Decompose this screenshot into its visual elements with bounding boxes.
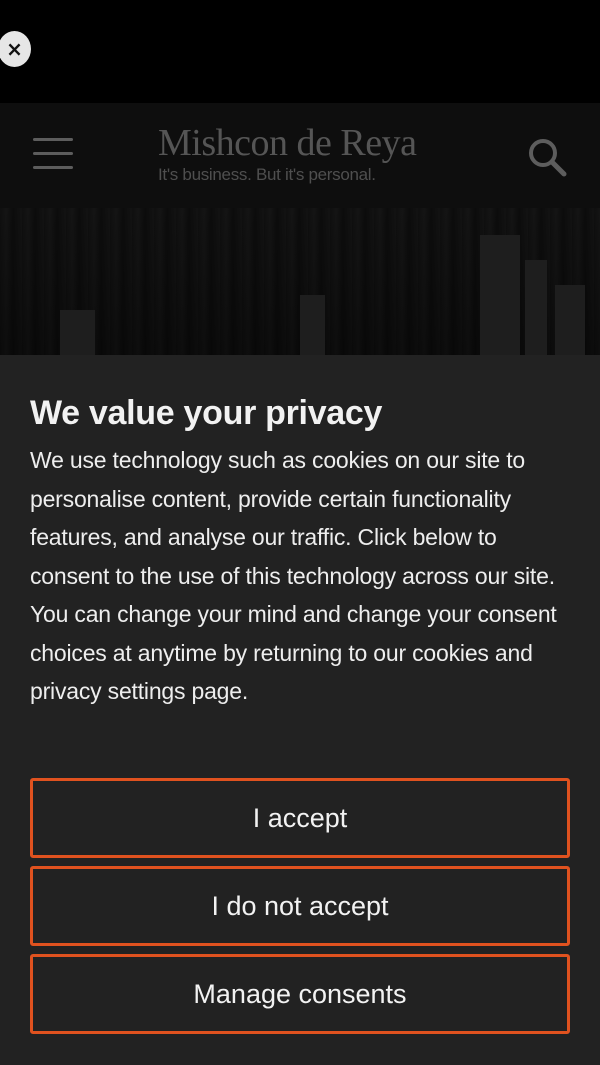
logo[interactable]: Mishcon de Reya It's business. But it's … <box>158 121 448 191</box>
search-icon[interactable] <box>527 137 567 177</box>
close-icon[interactable]: × <box>0 31 31 67</box>
consent-body: We use technology such as cookies on our… <box>30 447 557 704</box>
logo-name: Mishcon de Reya <box>158 122 417 164</box>
accept-button[interactable]: I accept <box>30 778 570 858</box>
manage-consents-button[interactable]: Manage consents <box>30 954 570 1034</box>
top-bar: × <box>0 0 600 103</box>
site-header: Mishcon de Reya It's business. But it's … <box>0 103 600 208</box>
consent-title: We value your privacy <box>30 394 383 432</box>
logo-tagline: It's business. But it's personal. <box>158 165 376 184</box>
decline-button[interactable]: I do not accept <box>30 866 570 946</box>
cookie-consent-panel: We value your privacy We use technology … <box>0 355 600 1065</box>
hamburger-menu-icon[interactable] <box>33 138 73 172</box>
hero-image <box>0 208 600 355</box>
